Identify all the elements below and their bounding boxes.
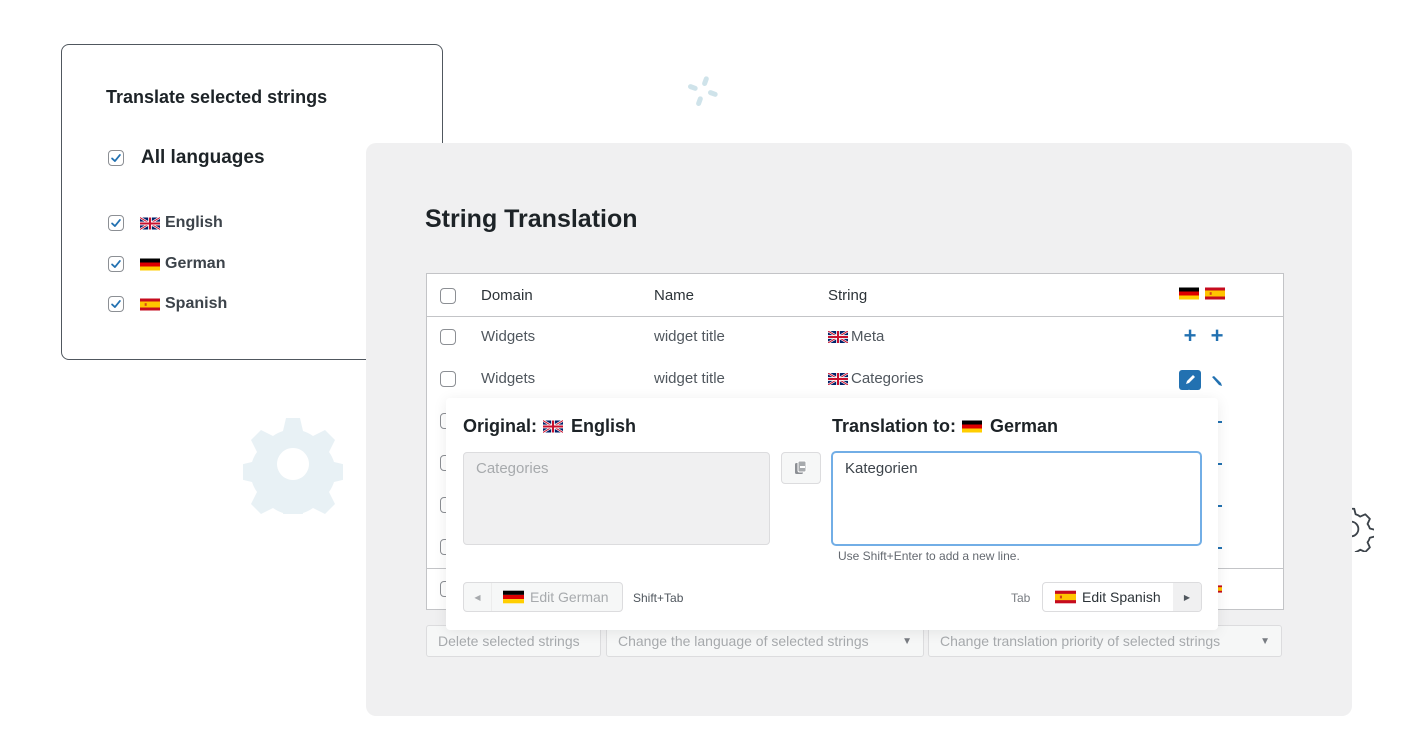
all-languages-checkbox[interactable] [108,150,124,166]
gb-flag-icon [828,373,848,385]
edit-german-button[interactable]: ◀ Edit German [463,582,623,612]
string-text: Categories [851,370,924,387]
language-option-english[interactable]: English [108,214,223,232]
add-spanish-translation-icon[interactable]: + [1206,325,1228,347]
column-header-domain[interactable]: Domain [481,287,533,304]
spanish-checkbox[interactable] [108,296,124,312]
cell-name: widget title [654,370,725,387]
es-flag-icon [1205,287,1225,300]
language-label: German [165,255,226,272]
chevron-down-icon: ▼ [902,635,912,647]
language-label: English [165,214,223,231]
gb-flag-icon [543,420,563,433]
card-title: Translate selected strings [106,87,328,107]
edit-german-translation-icon[interactable] [1179,370,1201,390]
string-text: Meta [851,328,885,345]
all-languages-option[interactable]: All languages [108,147,265,169]
cell-string: Categories [828,370,924,387]
edit-spanish-translation-icon[interactable] [1206,370,1228,392]
gb-flag-icon [828,331,848,343]
sparkle-decoration-icon [687,76,718,107]
add-german-translation-icon[interactable]: + [1179,325,1201,347]
all-languages-label: All languages [141,147,265,168]
es-flag-icon [1055,590,1076,604]
page-title: String Translation [425,205,638,233]
gear-decoration-icon [243,418,343,514]
select-all-checkbox[interactable] [440,288,456,304]
translation-language: German [990,416,1059,436]
copy-icon [795,460,807,474]
english-checkbox[interactable] [108,215,124,231]
translation-heading: Translation to: German [832,416,1058,437]
de-flag-icon [140,258,160,271]
translation-editor-popup: Original: English Translation to: German… [446,398,1218,630]
table-row: Widgets widget title Categories [427,359,1283,401]
edit-german-label: Edit German [530,589,609,605]
de-flag-icon [1179,287,1199,300]
prev-shortcut-hint: Shift+Tab [633,591,684,605]
translation-text-field[interactable]: Kategorien [832,452,1201,545]
de-flag-icon [503,590,524,604]
newline-hint: Use Shift+Enter to add a new line. [838,549,1020,563]
cell-domain: Widgets [481,370,536,387]
column-header-languages [1179,287,1225,300]
row-checkbox[interactable] [440,371,456,387]
column-header-name[interactable]: Name [654,287,694,304]
cell-name: widget title [654,328,725,345]
next-shortcut-hint: Tab [1011,591,1031,605]
change-priority-label: Change translation priority of selected … [940,633,1221,649]
german-checkbox[interactable] [108,256,124,272]
edit-spanish-button[interactable]: Edit Spanish ▶ [1042,582,1202,612]
chevron-left-icon: ◀ [464,583,492,611]
language-option-german[interactable]: German [108,255,225,273]
language-label: Spanish [165,295,228,312]
original-label: Original: [463,416,538,436]
chevron-down-icon: ▼ [1260,635,1270,647]
copy-original-button[interactable] [781,452,821,484]
row-checkbox[interactable] [440,329,456,345]
gb-flag-icon [140,217,160,230]
original-text-field: Categories [463,452,770,545]
cell-string: Meta [828,328,884,345]
edit-spanish-label: Edit Spanish [1082,589,1161,605]
cell-domain: Widgets [481,328,536,345]
table-header: Domain Name String [427,274,1283,317]
table-row: Widgets widget title Meta + + [427,317,1283,359]
column-header-string[interactable]: String [828,287,867,304]
original-heading: Original: English [463,416,636,437]
chevron-right-icon: ▶ [1173,583,1201,611]
original-language: English [571,416,637,436]
language-option-spanish[interactable]: Spanish [108,295,227,313]
de-flag-icon [962,420,982,433]
es-flag-icon [140,298,160,311]
delete-label: Delete selected strings [438,633,580,649]
change-language-label: Change the language of selected strings [618,633,869,649]
translation-label: Translation to: [832,416,957,436]
